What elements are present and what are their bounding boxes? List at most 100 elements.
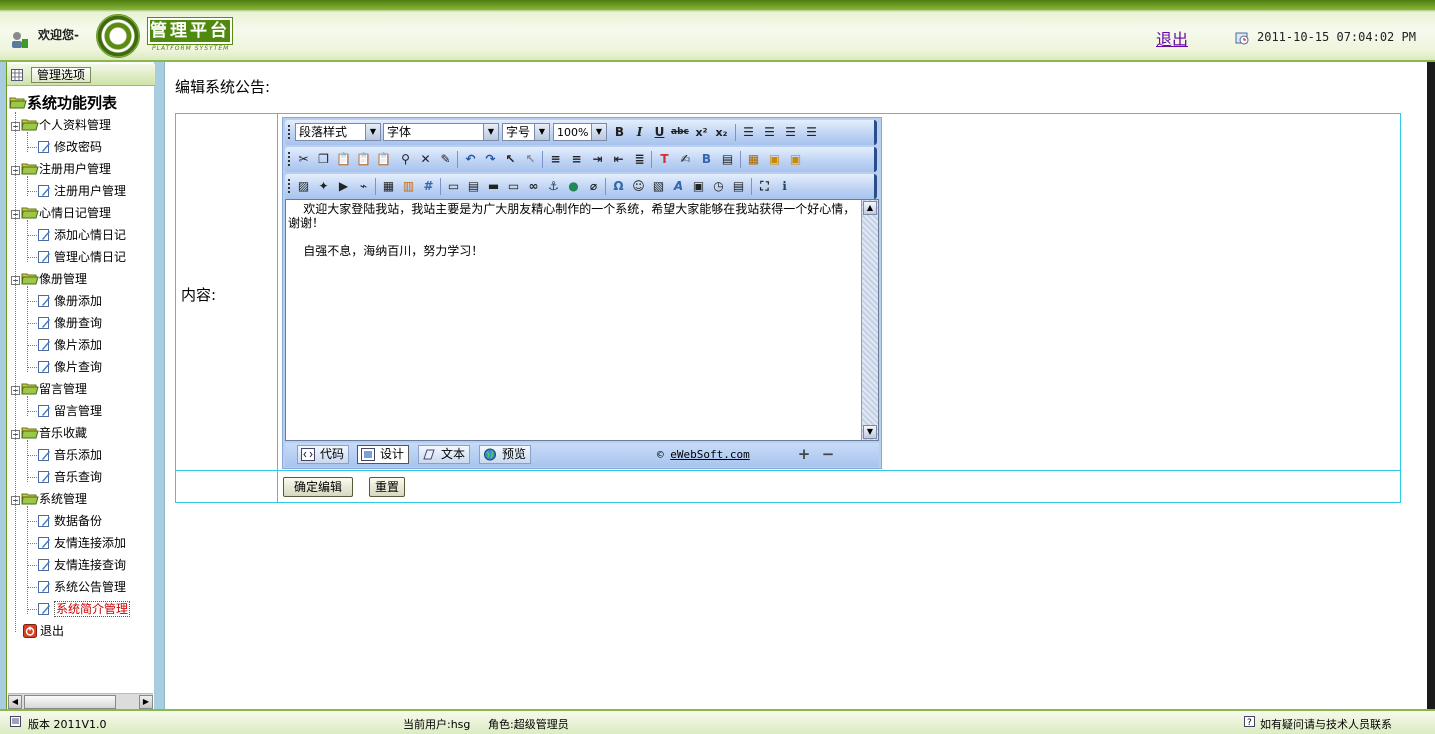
tree-item[interactable]: 像册查询	[37, 314, 102, 332]
unordered-list-icon[interactable]: ≡	[568, 151, 585, 168]
move-backward-icon[interactable]: ▣	[787, 151, 804, 168]
mode-tab-preview[interactable]: 预览	[479, 445, 532, 464]
tree-group[interactable]: − 个人资料管理	[11, 116, 111, 134]
undo-icon[interactable]: ↶	[462, 151, 479, 168]
font-color-icon[interactable]: T	[656, 151, 673, 168]
tree-item[interactable]: 音乐查询	[37, 468, 102, 486]
expand-editor-icon[interactable]: +	[797, 447, 811, 462]
scroll-left-arrow-icon[interactable]: ◀	[8, 695, 22, 709]
tree-item[interactable]: 系统简介管理	[37, 600, 131, 618]
paragraph-style-select[interactable]: 段落样式 ▼	[295, 123, 381, 141]
emoticon-icon[interactable]: ☺	[630, 178, 647, 195]
confirm-edit-button[interactable]: 确定编辑	[283, 477, 354, 497]
frame-icon[interactable]: ▭	[445, 178, 462, 195]
scroll-down-arrow-icon[interactable]: ▼	[863, 425, 877, 439]
editor-text[interactable]: 欢迎大家登陆我站，我站主要是为广大朋友精心制作的一个系统，希望大家能够在我站获得…	[288, 202, 858, 258]
superscript-icon[interactable]: x²	[693, 124, 710, 141]
logout-link[interactable]: 退出	[1156, 26, 1188, 50]
map-icon[interactable]: ●	[565, 178, 582, 195]
italic-icon[interactable]: I	[631, 124, 648, 141]
outdent-icon[interactable]: ⇤	[610, 151, 627, 168]
background-color-icon[interactable]: ✍	[677, 151, 694, 168]
tree-group[interactable]: − 注册用户管理	[11, 160, 111, 178]
scroll-right-arrow-icon[interactable]: ▶	[139, 695, 153, 709]
ordered-list-icon[interactable]: ≡	[547, 151, 564, 168]
editor-content-area[interactable]: 欢迎大家登陆我站，我站主要是为广大朋友精心制作的一个系统，希望大家能够在我站获得…	[285, 199, 879, 441]
anchor-icon[interactable]: ⚓	[545, 178, 562, 195]
mode-tab-design[interactable]: 设计	[357, 445, 410, 464]
align-left-icon[interactable]: ☰	[740, 124, 757, 141]
tree-group[interactable]: − 音乐收藏	[11, 424, 87, 442]
find-icon[interactable]: ⚲	[397, 151, 414, 168]
redo-icon[interactable]: ↷	[482, 151, 499, 168]
fullscreen-icon[interactable]: ⛶	[756, 178, 773, 195]
tree-root[interactable]: 系统功能列表	[9, 92, 117, 113]
bold-text-icon[interactable]: B	[698, 151, 715, 168]
absolute-position-icon[interactable]: ↖	[522, 151, 539, 168]
about-icon[interactable]: ℹ	[776, 178, 793, 195]
scroll-thumb[interactable]	[24, 695, 116, 709]
scroll-up-arrow-icon[interactable]: ▲	[863, 201, 877, 215]
tree-item[interactable]: 系统公告管理	[37, 578, 126, 596]
special-char-icon[interactable]: Ω	[610, 178, 627, 195]
align-justify-icon[interactable]: ☰	[803, 124, 820, 141]
delete-icon[interactable]: ✕	[417, 151, 434, 168]
tree-group[interactable]: − 系统管理	[11, 490, 87, 508]
indent-icon[interactable]: ⇥	[589, 151, 606, 168]
date-icon[interactable]: ▣	[690, 178, 707, 195]
tree-item[interactable]: 像片添加	[37, 336, 102, 354]
tree-item[interactable]: 音乐添加	[37, 446, 102, 464]
horizontal-rule-icon[interactable]: ▬	[485, 178, 502, 195]
bold-icon[interactable]: B	[611, 124, 628, 141]
form-icon[interactable]: ▤	[465, 178, 482, 195]
layer-icon[interactable]: ▦	[745, 151, 762, 168]
tree-item[interactable]: 修改密码	[37, 138, 102, 156]
font-select[interactable]: 字体 ▼	[383, 123, 499, 141]
align-center-icon[interactable]: ☰	[761, 124, 778, 141]
editor-vertical-scrollbar[interactable]: ▲ ▼	[861, 200, 878, 440]
grid-table-icon[interactable]: #	[420, 178, 437, 195]
print-icon[interactable]: ▤	[730, 178, 747, 195]
tree-item[interactable]: 友情连接添加	[37, 534, 126, 552]
sidebar-horizontal-scrollbar[interactable]: ◀ ▶	[8, 693, 153, 709]
tree-group[interactable]: − 像册管理	[11, 270, 87, 288]
tree-item[interactable]: 友情连接查询	[37, 556, 126, 574]
reset-button[interactable]: 重置	[369, 477, 406, 497]
strikethrough-icon[interactable]: abc	[671, 124, 689, 141]
table-menu-icon[interactable]: ▥	[400, 178, 417, 195]
mode-tab-text[interactable]: 文本	[418, 445, 471, 464]
tree-item[interactable]: 留言管理	[37, 402, 102, 420]
tree-item[interactable]: 数据备份	[37, 512, 102, 530]
cut-icon[interactable]: ✂	[295, 151, 312, 168]
unlink-icon[interactable]: ⌀	[585, 178, 602, 195]
move-forward-icon[interactable]: ▣	[766, 151, 783, 168]
tree-item[interactable]: 管理心情日记	[37, 248, 126, 266]
mode-tab-code[interactable]: 代码	[297, 445, 350, 464]
flash-icon[interactable]: ✦	[315, 178, 332, 195]
attachment-icon[interactable]: ⌁	[355, 178, 372, 195]
font-size-select[interactable]: 字号 ▼	[502, 123, 550, 141]
media-icon[interactable]: ▶	[335, 178, 352, 195]
style-icon[interactable]: ▤	[719, 151, 736, 168]
excel-icon[interactable]: ▧	[650, 178, 667, 195]
link-icon[interactable]: ∞	[525, 178, 542, 195]
paragraph-format-icon[interactable]: ≣	[631, 151, 648, 168]
copy-icon[interactable]: ❐	[315, 151, 332, 168]
clear-format-icon[interactable]: ✎	[437, 151, 454, 168]
tree-item[interactable]: 像片查询	[37, 358, 102, 376]
tree-exit-item[interactable]: 退出	[23, 622, 64, 640]
underline-icon[interactable]: U	[651, 124, 668, 141]
table-icon[interactable]: ▦	[380, 178, 397, 195]
zoom-select[interactable]: 100% ▼	[553, 123, 607, 141]
paste-word-icon[interactable]: 📋	[375, 151, 392, 168]
tree-group[interactable]: − 留言管理	[11, 380, 87, 398]
paste-text-icon[interactable]: 📋	[355, 151, 372, 168]
marquee-icon[interactable]: ▭	[505, 178, 522, 195]
art-text-icon[interactable]: A	[670, 178, 687, 195]
manage-options-button[interactable]: 管理选项	[31, 67, 92, 83]
paste-icon[interactable]: 📋	[335, 151, 352, 168]
tree-item[interactable]: 注册用户管理	[37, 182, 126, 200]
select-icon[interactable]: ↖	[502, 151, 519, 168]
subscript-icon[interactable]: x₂	[713, 124, 730, 141]
tree-group[interactable]: − 心情日记管理	[11, 204, 111, 222]
